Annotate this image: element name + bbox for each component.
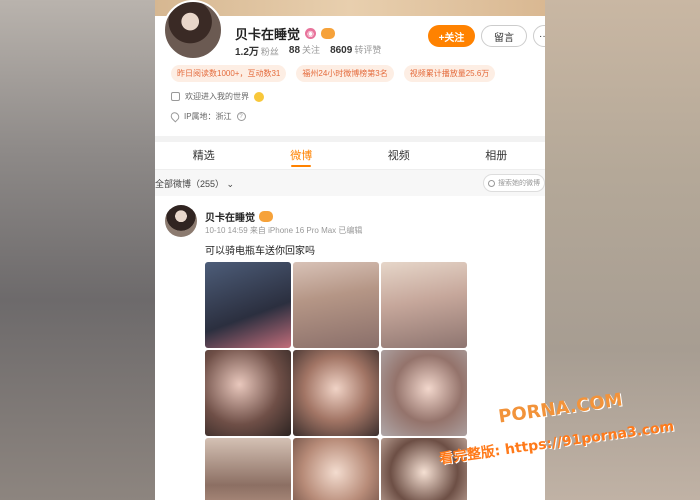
tab-featured[interactable]: 精选: [155, 142, 253, 169]
search-placeholder: 搜索她的微博: [498, 180, 540, 187]
profile-tags: 昨日阅读数1000+，互动数31 福州24小时微博榜第3名 视频累计播放量25.…: [171, 65, 496, 82]
ip-location-line: IP属地：浙江 ?: [168, 110, 246, 123]
all-posts-dropdown[interactable]: 全部微博（255） ⌄: [155, 177, 234, 190]
tag-ranking[interactable]: 福州24小时微博榜第3名: [296, 65, 394, 82]
post-image[interactable]: [293, 350, 379, 436]
post-image[interactable]: [293, 262, 379, 348]
crown-badge-icon: [321, 28, 336, 39]
profile-page: 贝卡在睡觉 ◉ 1.2万粉丝 88关注 8609转评赞 +关注 留言 ··· 昨…: [155, 0, 545, 500]
post-image-grid: [205, 262, 467, 500]
message-button[interactable]: 留言: [481, 25, 527, 47]
bio-text: 欢迎进入我的世界: [185, 92, 249, 101]
location-pin-icon: [168, 110, 182, 123]
search-input[interactable]: 搜索她的微博: [483, 174, 545, 192]
tab-albums[interactable]: 相册: [448, 142, 546, 169]
post-meta: 10-10 14:59 来自 iPhone 16 Pro Max 已编辑: [205, 226, 363, 235]
post-image[interactable]: [293, 438, 379, 500]
ip-location-text: IP属地：浙江: [184, 112, 232, 121]
follow-button[interactable]: +关注: [428, 25, 475, 47]
help-icon[interactable]: ?: [236, 112, 246, 121]
verified-icon: ◉: [305, 28, 317, 39]
crown-badge-icon: [259, 211, 273, 222]
post-image[interactable]: [205, 262, 291, 348]
stat-following[interactable]: 88 关注: [289, 43, 320, 58]
stat-interactions: 8609 转评赞: [330, 45, 382, 56]
post-image[interactable]: [205, 438, 291, 500]
bio-line: 欢迎进入我的世界: [171, 91, 264, 102]
filter-bar: 全部微博（255） ⌄ 搜索她的微博: [155, 170, 545, 196]
tag-video-plays[interactable]: 视频累计播放量25.6万: [403, 65, 496, 82]
stat-followers[interactable]: 1.2万 粉丝: [235, 43, 279, 58]
avatar[interactable]: [163, 0, 223, 60]
tab-weibo[interactable]: 微博: [253, 142, 351, 169]
post-author-avatar[interactable]: [165, 205, 197, 237]
bio-icon: [171, 92, 180, 101]
blurred-background-left: [0, 0, 155, 500]
post-author-row: 贝卡在睡觉: [205, 209, 273, 224]
post-image[interactable]: [205, 350, 291, 436]
search-icon: [488, 179, 495, 187]
more-options-button[interactable]: ···: [533, 25, 545, 47]
profile-name-row: 贝卡在睡觉 ◉: [235, 24, 336, 43]
chevron-down-icon: ⌄: [226, 179, 235, 189]
post-image[interactable]: [381, 350, 467, 436]
profile-tabs: 精选 微博 视频 相册: [155, 142, 545, 170]
post-author-name[interactable]: 贝卡在睡觉: [205, 209, 255, 224]
post-text: 可以骑电瓶车送你回家吗: [205, 246, 315, 257]
smile-emoji-icon: [254, 91, 264, 102]
tab-videos[interactable]: 视频: [350, 142, 448, 169]
tag-reading-stats[interactable]: 昨日阅读数1000+，互动数31: [171, 65, 287, 82]
profile-stats: 1.2万 粉丝 88 关注 8609 转评赞: [235, 43, 381, 58]
profile-name: 贝卡在睡觉: [235, 27, 301, 42]
post-image[interactable]: [381, 262, 467, 348]
